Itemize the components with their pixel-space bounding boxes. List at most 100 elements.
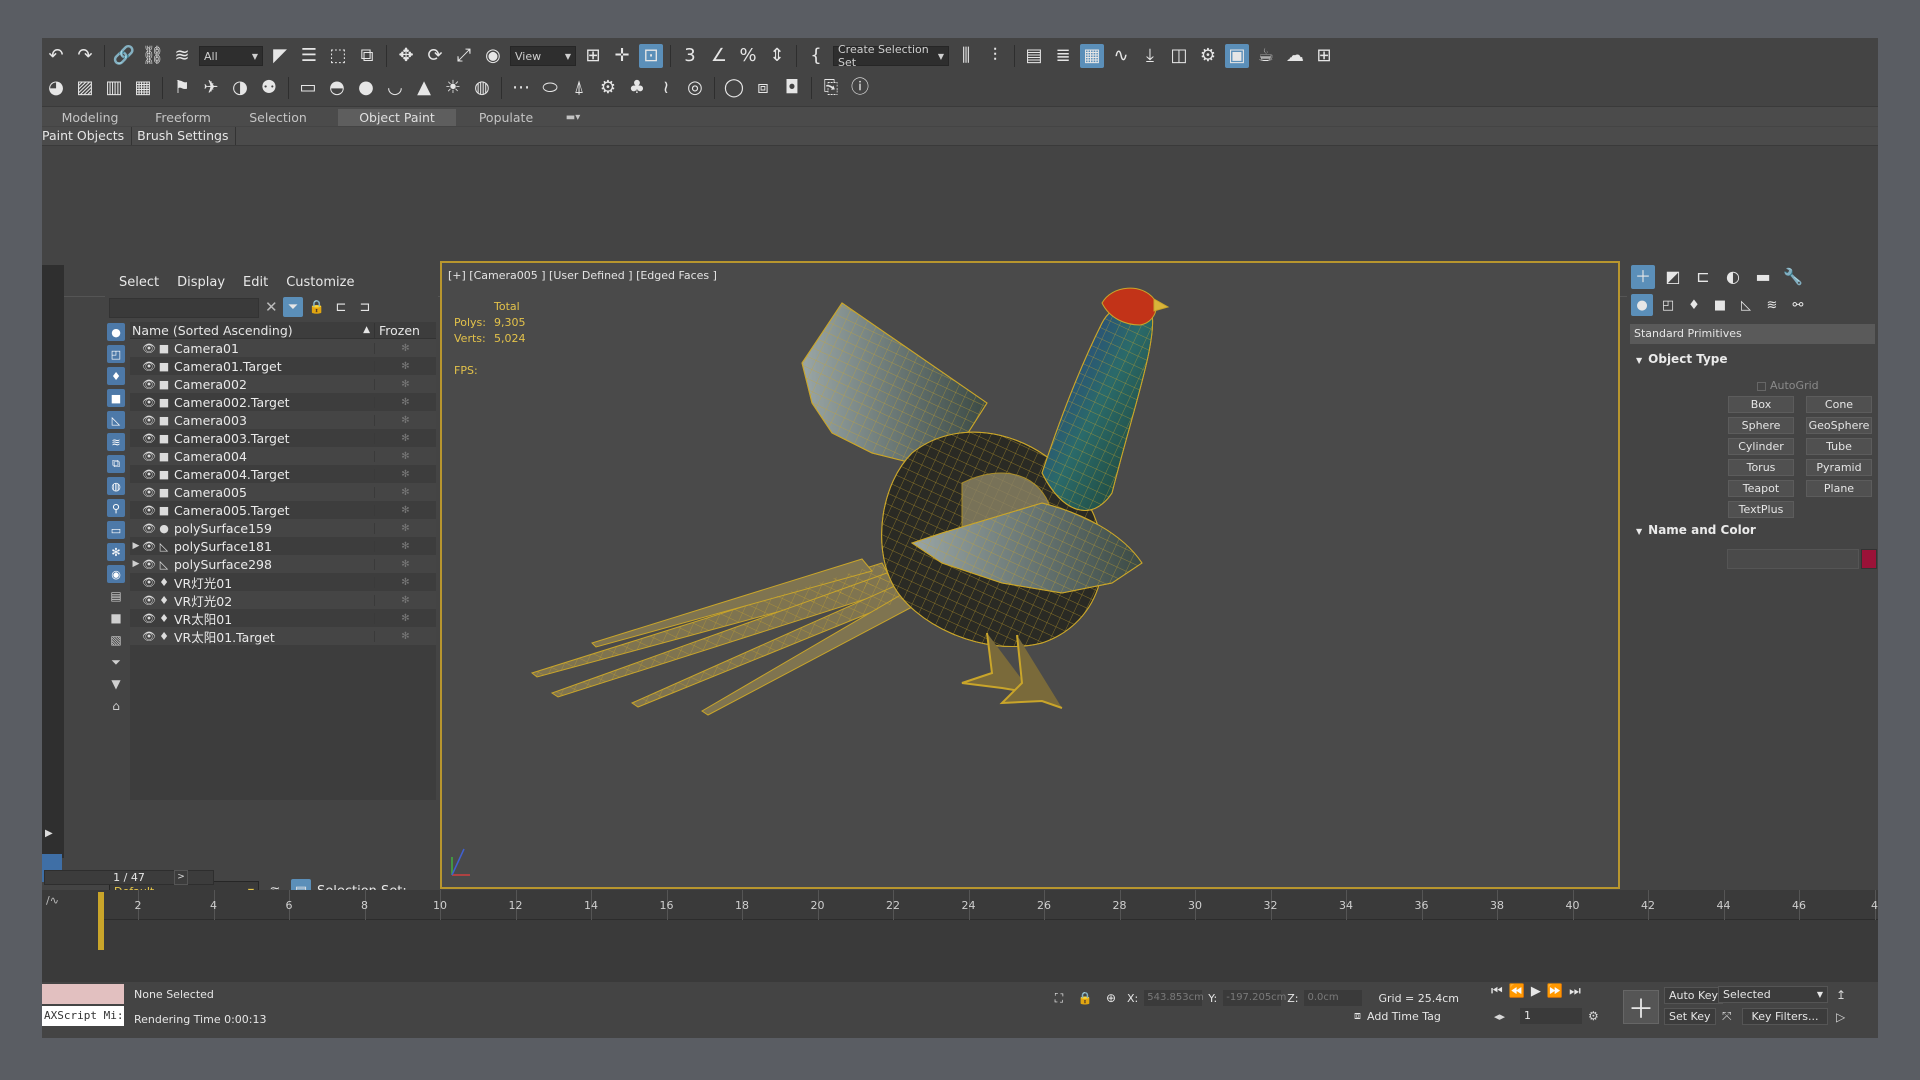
freeze-icon[interactable]: ✻: [374, 558, 436, 570]
tab-populate[interactable]: Populate: [456, 109, 556, 126]
time-configuration-icon[interactable]: ⚙: [1588, 1009, 1599, 1023]
freeze-icon[interactable]: ✻: [374, 414, 436, 426]
freeze-icon[interactable]: ✻: [374, 594, 436, 606]
lights-filter-icon[interactable]: ♦: [107, 367, 125, 385]
capsule-icon[interactable]: ⬭: [538, 76, 562, 100]
geometry-category-icon[interactable]: ●: [1631, 294, 1653, 316]
column-frozen-header[interactable]: Frozen: [374, 322, 436, 338]
visibility-eye-icon[interactable]: 👁: [142, 342, 156, 355]
list-item[interactable]: 👁 ♦ VR太阳01 ✻: [130, 609, 436, 627]
object-name-field[interactable]: [1727, 549, 1859, 569]
hierarchy-icon[interactable]: ⊏: [331, 297, 351, 317]
visibility-eye-icon[interactable]: 👁: [142, 486, 156, 499]
tag-icon[interactable]: ⚑: [170, 76, 194, 100]
reference-coordinate-dropdown[interactable]: View ▼: [510, 46, 576, 66]
frozen-filter-icon[interactable]: ✻: [107, 543, 125, 561]
ribbon-options-icon[interactable]: ▬▾: [558, 109, 588, 126]
list-item[interactable]: 👁 ■ Camera01 ✻: [130, 339, 436, 357]
containers-filter-icon[interactable]: ▭: [107, 521, 125, 539]
menu-display[interactable]: Display: [177, 275, 225, 290]
display-none-icon[interactable]: ■: [107, 609, 125, 627]
render-iterative-icon[interactable]: ☁: [1283, 44, 1307, 68]
previous-frame-icon[interactable]: ⏪: [1509, 984, 1525, 999]
pyramid-button[interactable]: Pyramid: [1806, 459, 1872, 476]
freeze-icon[interactable]: ✻: [374, 378, 436, 390]
fan-icon[interactable]: ◑: [228, 76, 252, 100]
freeze-icon[interactable]: ✻: [374, 468, 436, 480]
link-icon[interactable]: 🔗: [112, 44, 136, 68]
freeze-icon[interactable]: ✻: [374, 450, 436, 462]
freeze-icon[interactable]: ✻: [374, 576, 436, 588]
torus-button[interactable]: Torus: [1728, 459, 1794, 476]
visibility-eye-icon[interactable]: 👁: [142, 414, 156, 427]
freeze-icon[interactable]: ✻: [374, 504, 436, 516]
freeze-icon[interactable]: ✻: [374, 630, 436, 642]
list-item[interactable]: 👁 ■ Camera002 ✻: [130, 375, 436, 393]
render-production-icon[interactable]: ☕: [1254, 44, 1278, 68]
utilities-tab-icon[interactable]: 🔧: [1781, 265, 1805, 289]
list-item[interactable]: ▶ 👁 ◺ polySurface181 ✻: [130, 537, 436, 555]
hierarchy-tab-icon[interactable]: ⊏: [1691, 265, 1715, 289]
visibility-eye-icon[interactable]: 👁: [142, 396, 156, 409]
helpers-category-icon[interactable]: ◺: [1735, 294, 1757, 316]
unlink-icon[interactable]: ⛓: [141, 44, 165, 68]
maxscript-mini-listener[interactable]: AXScript Mi:: [42, 1006, 124, 1026]
tab-object-paint[interactable]: Object Paint: [338, 109, 456, 126]
helicopter-icon[interactable]: ✈: [199, 76, 223, 100]
align-icon[interactable]: ⫶: [983, 44, 1007, 68]
shapes-filter-icon[interactable]: ◰: [107, 345, 125, 363]
viewport-camera005[interactable]: [+] [Camera005 ] [User Defined ] [Edged …: [440, 261, 1620, 889]
dome-icon[interactable]: ◓: [325, 76, 349, 100]
auto-key-button[interactable]: Auto Key: [1664, 987, 1723, 1004]
batch-icon[interactable]: ⎘: [819, 76, 843, 100]
display-all-icon[interactable]: ▤: [107, 587, 125, 605]
freeze-icon[interactable]: ✻: [374, 396, 436, 408]
filter-options-icon[interactable]: ⏷: [107, 653, 125, 671]
edit-named-selection-icon[interactable]: {: [804, 44, 828, 68]
list-item[interactable]: 👁 ■ Camera005.Target ✻: [130, 501, 436, 519]
window-crossing-icon[interactable]: ⧉: [355, 44, 379, 68]
help-icon[interactable]: ⓘ: [848, 76, 872, 100]
column-name-header[interactable]: Name (Sorted Ascending): [130, 323, 363, 338]
scale-icon[interactable]: ⤢: [452, 44, 476, 68]
visibility-eye-icon[interactable]: 👁: [142, 576, 156, 589]
visibility-eye-icon[interactable]: 👁: [142, 450, 156, 463]
hierarchy-collapse-icon[interactable]: ⊐: [355, 297, 375, 317]
visibility-eye-icon[interactable]: 👁: [142, 378, 156, 391]
box-icon[interactable]: ▭: [296, 76, 320, 100]
search-input[interactable]: [109, 298, 259, 318]
tab-modeling[interactable]: Modeling: [42, 109, 138, 126]
add-time-tag[interactable]: ⧈ Add Time Tag: [1354, 1009, 1441, 1023]
display-tab-icon[interactable]: ▬: [1751, 265, 1775, 289]
panel-paint-objects[interactable]: Paint Objects: [42, 127, 133, 145]
list-item[interactable]: 👁 ■ Camera004.Target ✻: [130, 465, 436, 483]
place-icon[interactable]: ◉: [481, 44, 505, 68]
object-color-swatch[interactable]: [1861, 549, 1877, 569]
modify-tab-icon[interactable]: ◩: [1661, 265, 1685, 289]
xrefs-filter-icon[interactable]: ◍: [107, 477, 125, 495]
tab-selection[interactable]: Selection: [228, 109, 328, 126]
rendered-frame-window-icon[interactable]: ▣: [1225, 44, 1249, 68]
systems-category-icon[interactable]: ⚯: [1787, 294, 1809, 316]
select-by-name-icon[interactable]: ☰: [297, 44, 321, 68]
lock-icon[interactable]: 🔒: [307, 297, 327, 317]
x-coordinate-field[interactable]: 543.853cm: [1144, 990, 1204, 1006]
curve-editor-icon[interactable]: ∿: [1109, 44, 1133, 68]
create-tab-icon[interactable]: ＋: [1631, 265, 1655, 289]
hidden-filter-icon[interactable]: ◉: [107, 565, 125, 583]
bowl-icon[interactable]: ◡: [383, 76, 407, 100]
curve-editor-mini-icon[interactable]: /∿: [46, 894, 59, 907]
snaps-toggle-icon[interactable]: 3: [678, 44, 702, 68]
textplus-button[interactable]: TextPlus: [1728, 501, 1794, 518]
maxscript-listener-output[interactable]: [42, 984, 124, 1004]
go-to-start-icon[interactable]: ⏮: [1491, 984, 1503, 999]
visibility-eye-icon[interactable]: 👁: [142, 594, 156, 607]
spacewarps-category-icon[interactable]: ≋: [1761, 294, 1783, 316]
schematic-view-icon[interactable]: ⤓: [1138, 44, 1162, 68]
pheasant-model-wireframe[interactable]: [442, 263, 1618, 887]
menu-customize[interactable]: Customize: [286, 275, 354, 290]
list-item[interactable]: 👁 ■ Camera003.Target ✻: [130, 429, 436, 447]
robot-icon[interactable]: ⚉: [257, 76, 281, 100]
set-keys-button[interactable]: ＋: [1623, 990, 1659, 1025]
display-invert-icon[interactable]: ▧: [107, 631, 125, 649]
